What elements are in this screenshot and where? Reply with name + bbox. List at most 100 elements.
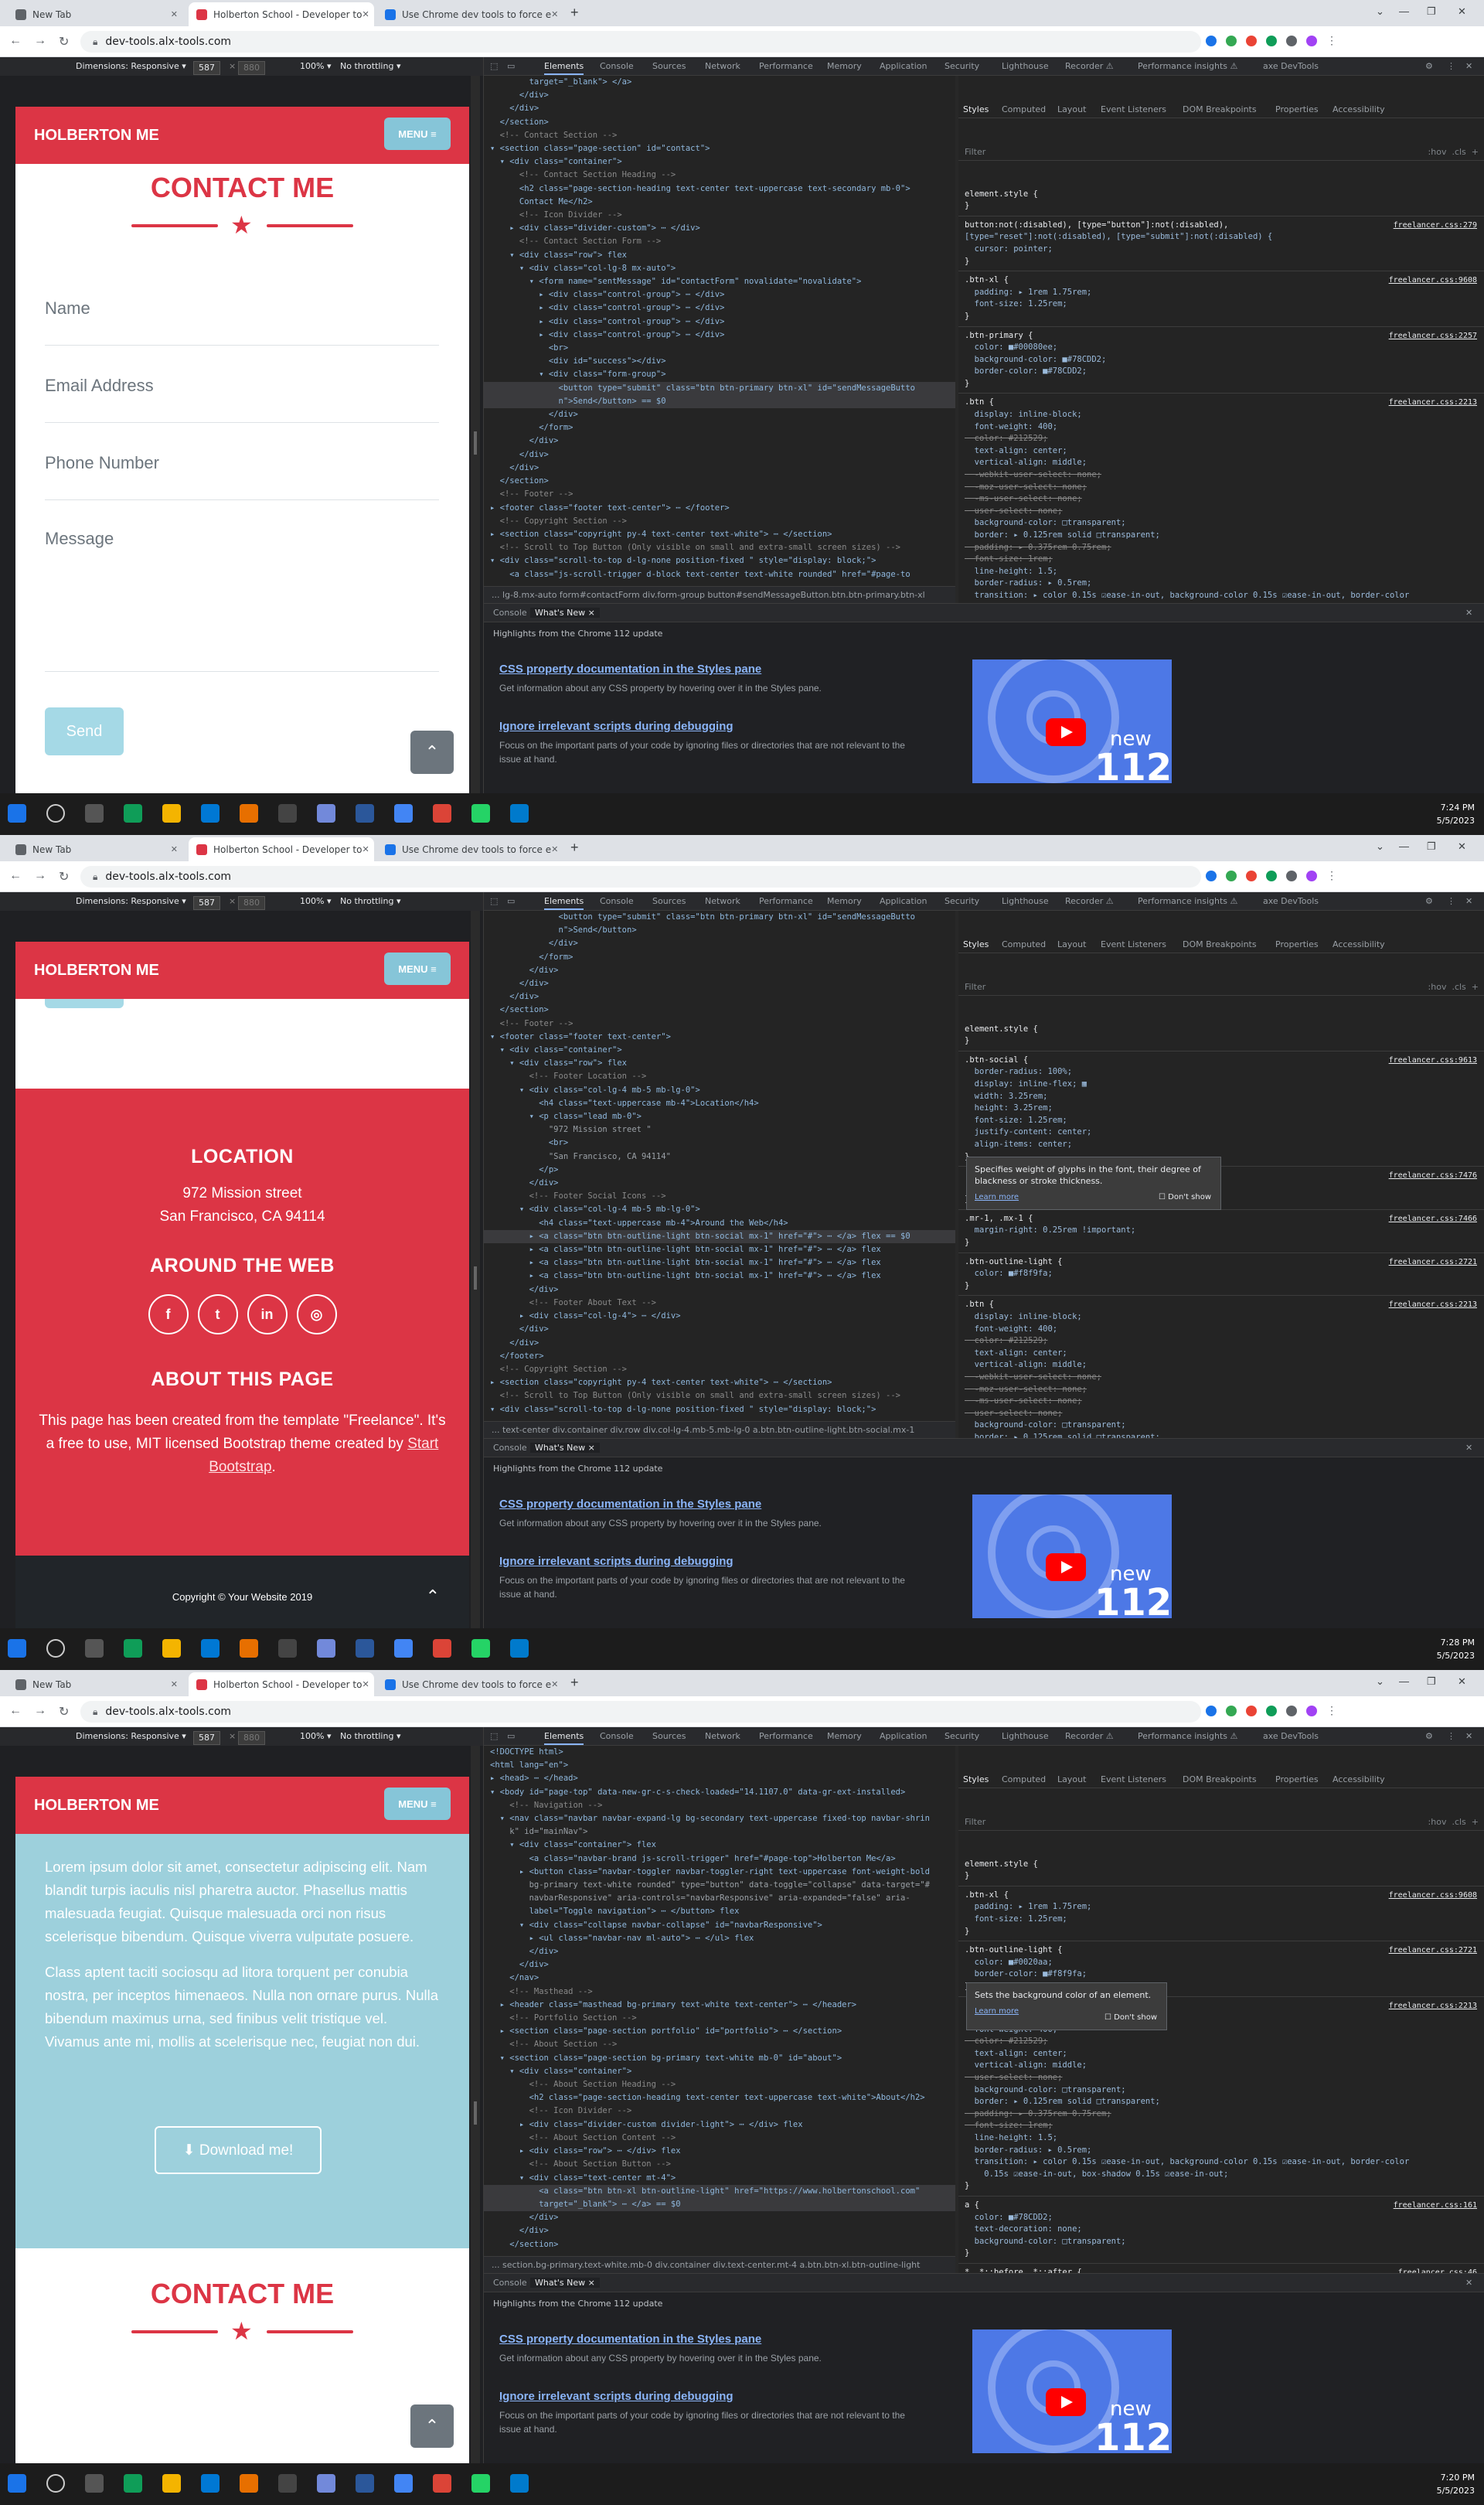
dom-node-line[interactable]: ▸ <header class="masthead bg-primary tex… <box>484 1999 955 2012</box>
css-declaration[interactable]: } <box>965 200 1479 213</box>
dom-node-line[interactable]: <!-- Icon Divider --> <box>484 2105 955 2118</box>
dribbble-icon[interactable]: ◎ <box>296 1294 337 1334</box>
facebook-icon[interactable]: f <box>148 1294 189 1334</box>
tab-holberton[interactable]: Holberton School - Developer to ✕ <box>189 2 374 26</box>
dom-node-line[interactable]: <a class="navbar-brand js-scroll-trigger… <box>484 1852 955 1866</box>
tab-accessibility[interactable]: Accessibility <box>1333 1774 1385 1786</box>
styles-pane[interactable]: Styles Computed Layout Event Listeners D… <box>958 1746 1484 2273</box>
extension-icon[interactable] <box>1226 36 1237 47</box>
tab-application[interactable]: Application <box>880 61 927 71</box>
tab-axe[interactable]: axe DevTools <box>1263 1731 1319 1741</box>
tab-axe[interactable]: axe DevTools <box>1263 61 1319 71</box>
word-icon[interactable] <box>356 1639 374 1658</box>
close-icon[interactable]: ✕ <box>362 844 369 854</box>
dom-node-line[interactable]: ▾ <div class="col-lg-8 mx-auto"> <box>484 262 955 275</box>
css-declaration[interactable]: height: 3.25rem; <box>965 1103 1479 1115</box>
drawer-tab-whats-new[interactable]: What's New × <box>530 608 600 618</box>
forward-icon[interactable]: → <box>34 869 46 883</box>
vlc-icon[interactable] <box>240 2474 258 2493</box>
tab-styles[interactable]: Styles <box>963 939 989 951</box>
dom-node-line[interactable]: ▾ <nav class="navbar navbar-expand-lg bg… <box>484 1812 955 1825</box>
tab-chrome-devtools[interactable]: Use Chrome dev tools to force e ✕ <box>377 837 563 861</box>
height-input[interactable]: 880 <box>238 896 265 910</box>
css-declaration[interactable]: -ms-user-select: none; <box>965 1396 1479 1408</box>
tab-elements[interactable]: Elements <box>544 1731 584 1745</box>
dom-node-line[interactable]: ▾ <div class="scroll-to-top d-lg-none po… <box>484 1403 955 1416</box>
close-icon[interactable]: ✕ <box>551 844 558 854</box>
dom-node-line[interactable]: </div> <box>484 1945 955 1958</box>
back-icon[interactable]: ← <box>9 869 22 883</box>
profile-icon[interactable] <box>1306 1706 1317 1717</box>
dom-node-line[interactable]: </div> <box>484 408 955 421</box>
vscode-icon[interactable] <box>510 804 529 823</box>
dom-node-line[interactable]: </nav> <box>484 1972 955 1985</box>
dom-node-line[interactable]: <!-- Footer --> <box>484 1017 955 1031</box>
css-declaration[interactable]: background-color: □transparent; <box>965 2236 1479 2248</box>
height-input[interactable]: 880 <box>238 61 265 75</box>
new-tab-button[interactable]: + <box>570 840 579 856</box>
dom-node-line[interactable]: <!-- Contact Section --> <box>484 129 955 142</box>
tab-holberton[interactable]: Holberton School - Developer to ✕ <box>189 1672 374 1696</box>
scroll-top-button[interactable]: ⌃ <box>410 2404 454 2448</box>
inspect-icon[interactable]: ⬚ <box>490 896 498 906</box>
dom-node-line[interactable]: ▸ <a class="btn btn-outline-light btn-so… <box>484 1256 955 1270</box>
dimensions-select[interactable]: Dimensions: Responsive ▾ <box>76 1731 186 1741</box>
tab-memory[interactable]: Memory <box>827 896 862 906</box>
dom-node-line[interactable]: <!-- Portfolio Section --> <box>484 2012 955 2025</box>
dom-node-line[interactable]: ▸ <section class="page-section portfolio… <box>484 2025 955 2038</box>
dom-node-line[interactable]: </div> <box>484 462 955 475</box>
chrome-icon[interactable] <box>433 1639 451 1658</box>
dom-node-line[interactable]: </div> <box>484 2224 955 2237</box>
css-declaration[interactable]: } <box>965 1926 1479 1938</box>
store-icon[interactable] <box>278 2474 297 2493</box>
throttle-select[interactable]: No throttling ▾ <box>340 896 400 906</box>
drawer-tab-console[interactable]: Console <box>493 2278 527 2288</box>
dom-node-line[interactable]: n">Send</button> == $0 <box>484 394 955 409</box>
more-icon[interactable]: ⋮ <box>1447 896 1455 906</box>
dom-node-line[interactable]: </div> <box>484 1337 955 1350</box>
css-source-link[interactable]: freelancer.css:9613 <box>1389 1055 1477 1067</box>
dom-node-line[interactable]: </div> <box>484 1283 955 1297</box>
mail-icon[interactable] <box>201 1639 220 1658</box>
dom-node-line[interactable]: ▾ <div class="scroll-to-top d-lg-none po… <box>484 554 955 567</box>
css-declaration[interactable]: border-radius: ▸ 0.5rem; <box>965 578 1479 590</box>
tab-dom-breakpoints[interactable]: DOM Breakpoints <box>1183 939 1257 951</box>
extension-icon[interactable] <box>1266 36 1277 47</box>
extension-icon[interactable] <box>1286 1706 1297 1717</box>
tab-lighthouse[interactable]: Lighthouse <box>1002 61 1049 71</box>
css-source-link[interactable]: freelancer.css:7476 <box>1389 1170 1477 1182</box>
tab-recorder[interactable]: Recorder ⚠ <box>1065 1731 1114 1741</box>
css-declaration[interactable]: color: ■#f8f9fa; <box>965 1268 1479 1280</box>
maximize-icon[interactable]: ❐ <box>1427 5 1436 18</box>
vlc-icon[interactable] <box>240 1639 258 1658</box>
close-icon[interactable]: ✕ <box>171 9 178 19</box>
css-declaration[interactable]: display: inline-flex; ▦ <box>965 1079 1479 1091</box>
file-explorer-icon[interactable] <box>162 804 181 823</box>
dom-node-line[interactable]: ▾ <section class="page-section bg-primar… <box>484 2052 955 2065</box>
chrome-icon[interactable] <box>394 2474 413 2493</box>
extension-icon[interactable] <box>1286 36 1297 47</box>
css-declaration[interactable]: line-height: 1.5; <box>965 566 1479 578</box>
css-rule[interactable]: .mr-1, .mx-1 {freelancer.css:7466 margin… <box>958 1210 1484 1253</box>
dom-node-line[interactable]: label="Toggle navigation"> ⋯ </button> f… <box>484 1905 955 1918</box>
tab-computed[interactable]: Computed <box>1002 939 1046 951</box>
more-icon[interactable]: ⋮ <box>1326 869 1345 881</box>
task-view-icon[interactable] <box>85 2474 104 2493</box>
device-icon[interactable]: ▭ <box>507 896 515 906</box>
css-source-link[interactable]: freelancer.css:2213 <box>1389 397 1477 409</box>
gear-icon[interactable]: ⚙ <box>1425 1731 1433 1741</box>
css-source-link[interactable]: freelancer.css:2257 <box>1389 330 1477 343</box>
menu-button[interactable]: MENU ≡ <box>384 118 451 150</box>
chrome-icon[interactable] <box>433 2474 451 2493</box>
mail-icon[interactable] <box>201 804 220 823</box>
css-declaration[interactable]: vertical-align: middle; <box>965 457 1479 469</box>
close-icon[interactable]: ✕ <box>551 1679 558 1689</box>
dom-node-line[interactable]: </form> <box>484 951 955 964</box>
dom-node-line[interactable]: n">Send</button> <box>484 924 955 937</box>
back-icon[interactable]: ← <box>9 34 22 48</box>
css-declaration[interactable]: align-items: center; <box>965 1139 1479 1151</box>
dom-node-line[interactable]: <!-- About Section Content --> <box>484 2132 955 2145</box>
send-button-edge[interactable] <box>45 999 124 1008</box>
css-declaration[interactable]: font-weight: 400; <box>965 1324 1479 1336</box>
edge-icon[interactable] <box>124 804 142 823</box>
